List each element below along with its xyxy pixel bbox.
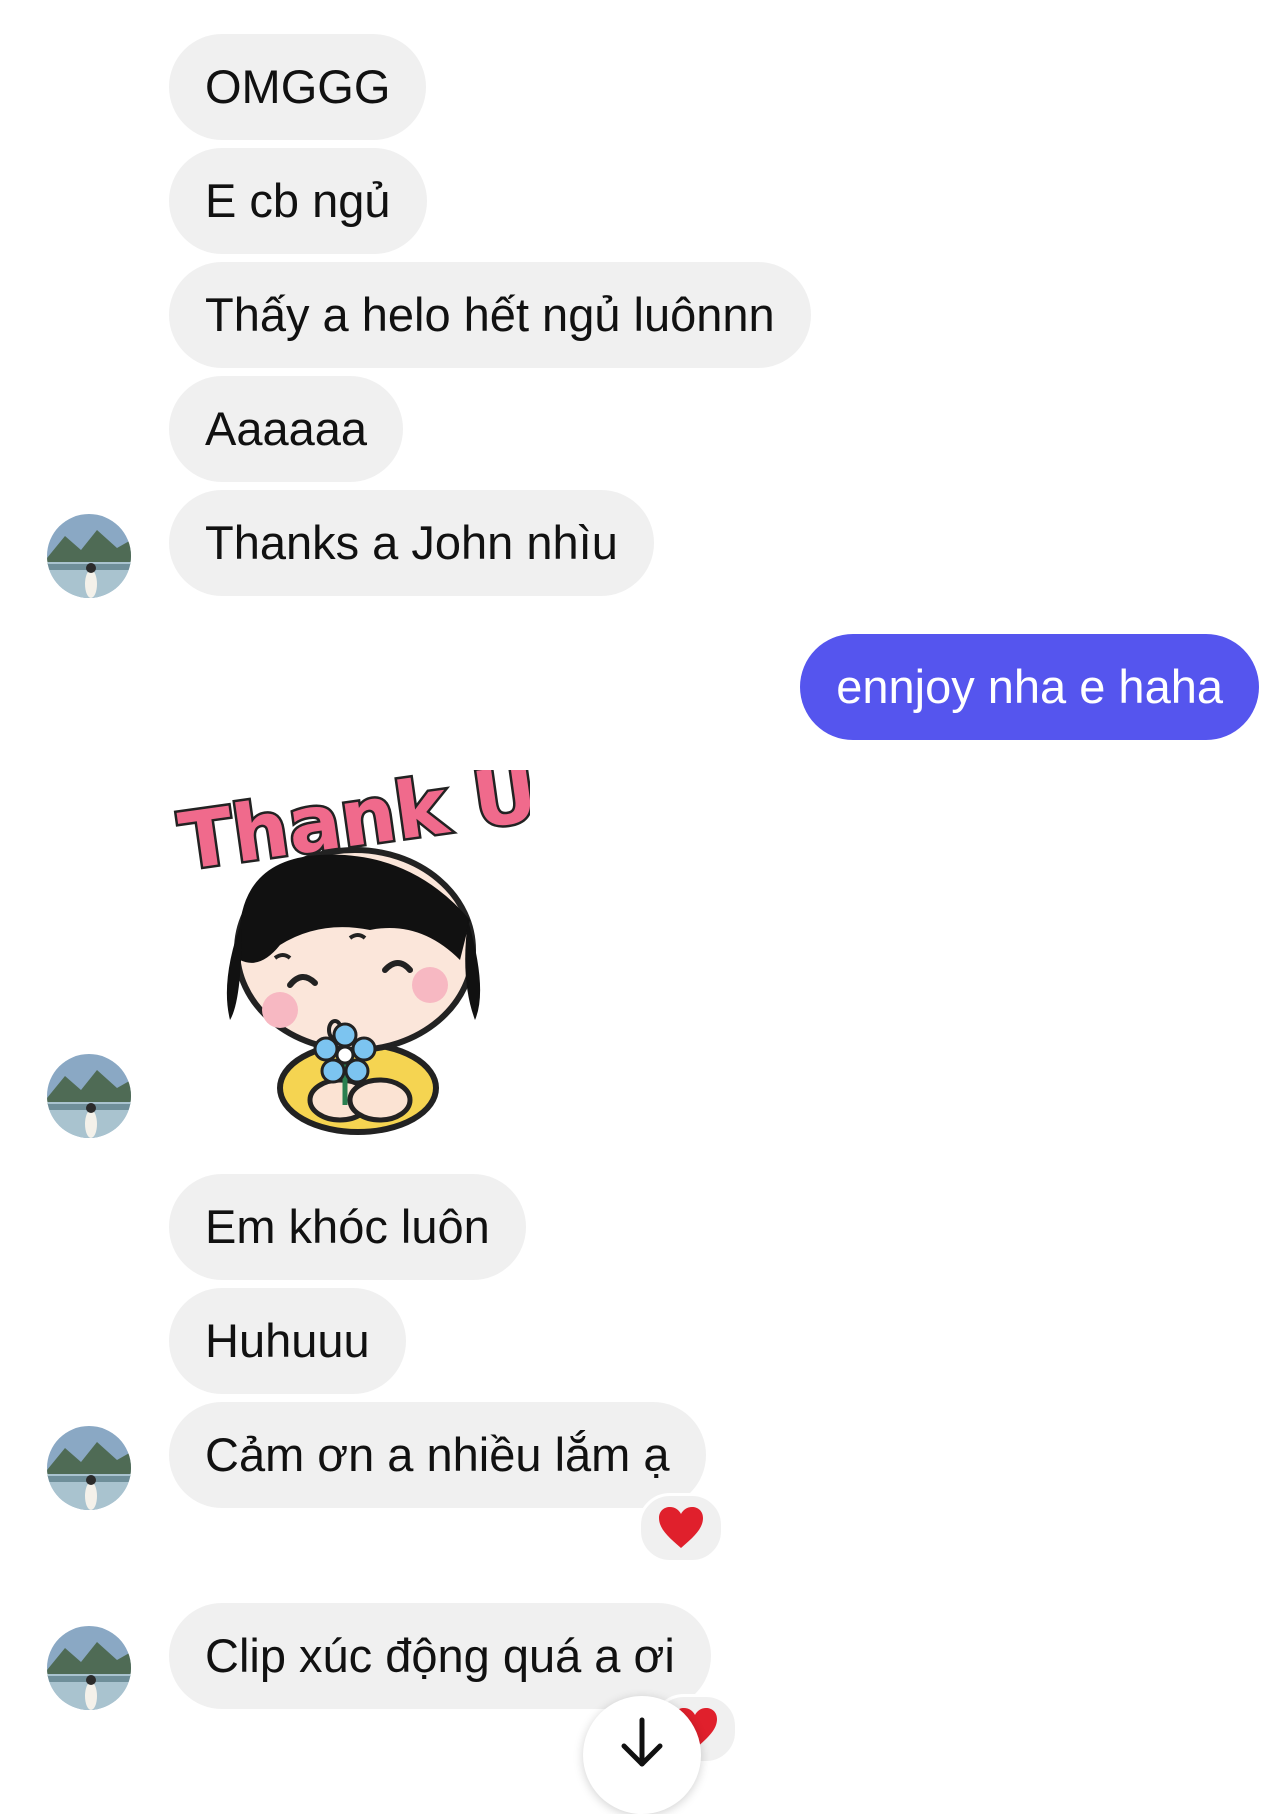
avatar-photo-icon	[47, 1054, 131, 1138]
avatar-photo-icon	[47, 1626, 131, 1710]
heart-icon	[659, 1507, 703, 1548]
contact-avatar[interactable]	[47, 1626, 131, 1710]
message-bubble-incoming[interactable]: Thanks a John nhìu	[169, 490, 654, 596]
message-bubble-incoming[interactable]: Huhuuu	[169, 1288, 406, 1394]
avatar-photo-icon	[47, 514, 131, 598]
message-bubble-incoming[interactable]: OMGGG	[169, 34, 427, 140]
message-bubble-incoming[interactable]: Thấy a helo hết ngủ luônnn	[169, 262, 811, 368]
message-bubble-incoming[interactable]: E cb ngủ	[169, 148, 427, 254]
avatar-photo-icon	[47, 1426, 131, 1510]
message-bubble-outgoing[interactable]: ennjoy nha e haha	[800, 634, 1259, 740]
message-bubble-incoming[interactable]: Clip xúc động quá a ơi	[169, 1603, 711, 1709]
message-bubble-incoming[interactable]: Aaaaaa	[169, 376, 404, 482]
message-bubble-incoming[interactable]: Em khóc luôn	[169, 1174, 526, 1280]
message-bubble-incoming[interactable]: Cảm ơn a nhiều lắm ạ	[169, 1402, 706, 1508]
contact-avatar[interactable]	[47, 1426, 131, 1510]
contact-avatar[interactable]	[47, 514, 131, 598]
arrow-down-icon	[621, 1717, 663, 1767]
reaction-badge[interactable]	[638, 1493, 724, 1563]
contact-avatar[interactable]	[47, 1054, 131, 1138]
thank-u-sticker[interactable]: Thank U	[170, 746, 545, 1140]
scroll-to-bottom-button[interactable]	[583, 1696, 701, 1814]
